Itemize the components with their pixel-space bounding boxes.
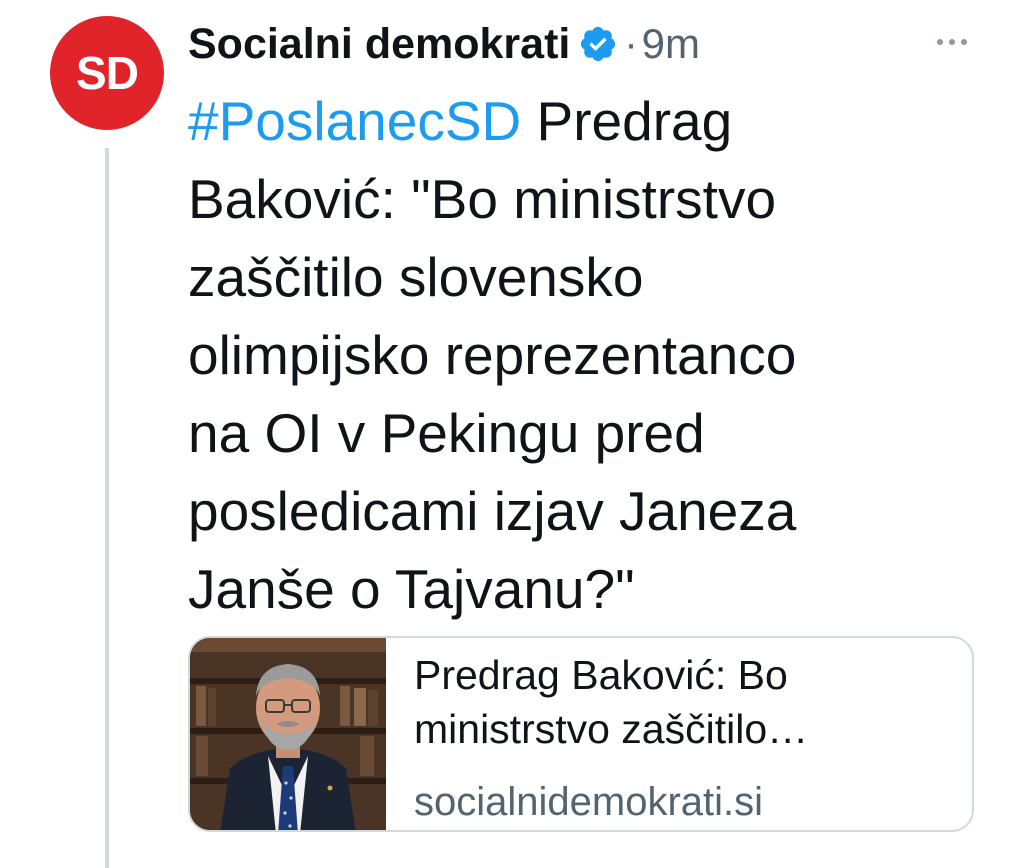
link-card-thumbnail <box>190 638 386 830</box>
tweet-text-line: posledicami izjav Janeza <box>188 480 797 542</box>
tweet-header: Socialni demokrati · 9m <box>188 12 700 76</box>
display-name[interactable]: Socialni demokrati <box>188 20 570 69</box>
tweet-text-line: Baković: "Bo ministrstvo <box>188 168 777 230</box>
tweet-text-line: #PoslanecSD Predrag <box>188 90 733 152</box>
thread-line <box>105 148 109 868</box>
timestamp[interactable]: 9m <box>642 20 700 68</box>
tweet-text-line: zaščitilo slovensko <box>188 246 644 308</box>
link-card-body: Predrag Baković: Bo ministrstvo zaščitil… <box>386 638 972 830</box>
link-card-domain: socialnidemokrati.si <box>414 780 764 824</box>
tweet-text-line: Janše o Tajvanu?" <box>188 558 635 620</box>
more-options-icon[interactable] <box>928 22 976 62</box>
hashtag-link[interactable]: #PoslanecSD <box>188 90 521 152</box>
separator-dot: · <box>624 21 638 66</box>
link-card-title: Predrag Baković: Bo ministrstvo zaščitil… <box>414 652 809 752</box>
tweet-text-line: na OI v Pekingu pred <box>188 402 705 464</box>
verified-badge-icon <box>581 26 616 62</box>
link-card[interactable]: Predrag Baković: Bo ministrstvo zaščitil… <box>188 636 974 832</box>
tweet-text-line: olimpijsko reprezentanco <box>188 324 797 386</box>
tweet-text: #PoslanecSD Predrag Baković: "Bo ministr… <box>188 82 968 628</box>
avatar[interactable]: SD <box>50 16 164 130</box>
portrait-photo <box>190 638 386 830</box>
avatar-logo-text: SD <box>76 47 139 99</box>
